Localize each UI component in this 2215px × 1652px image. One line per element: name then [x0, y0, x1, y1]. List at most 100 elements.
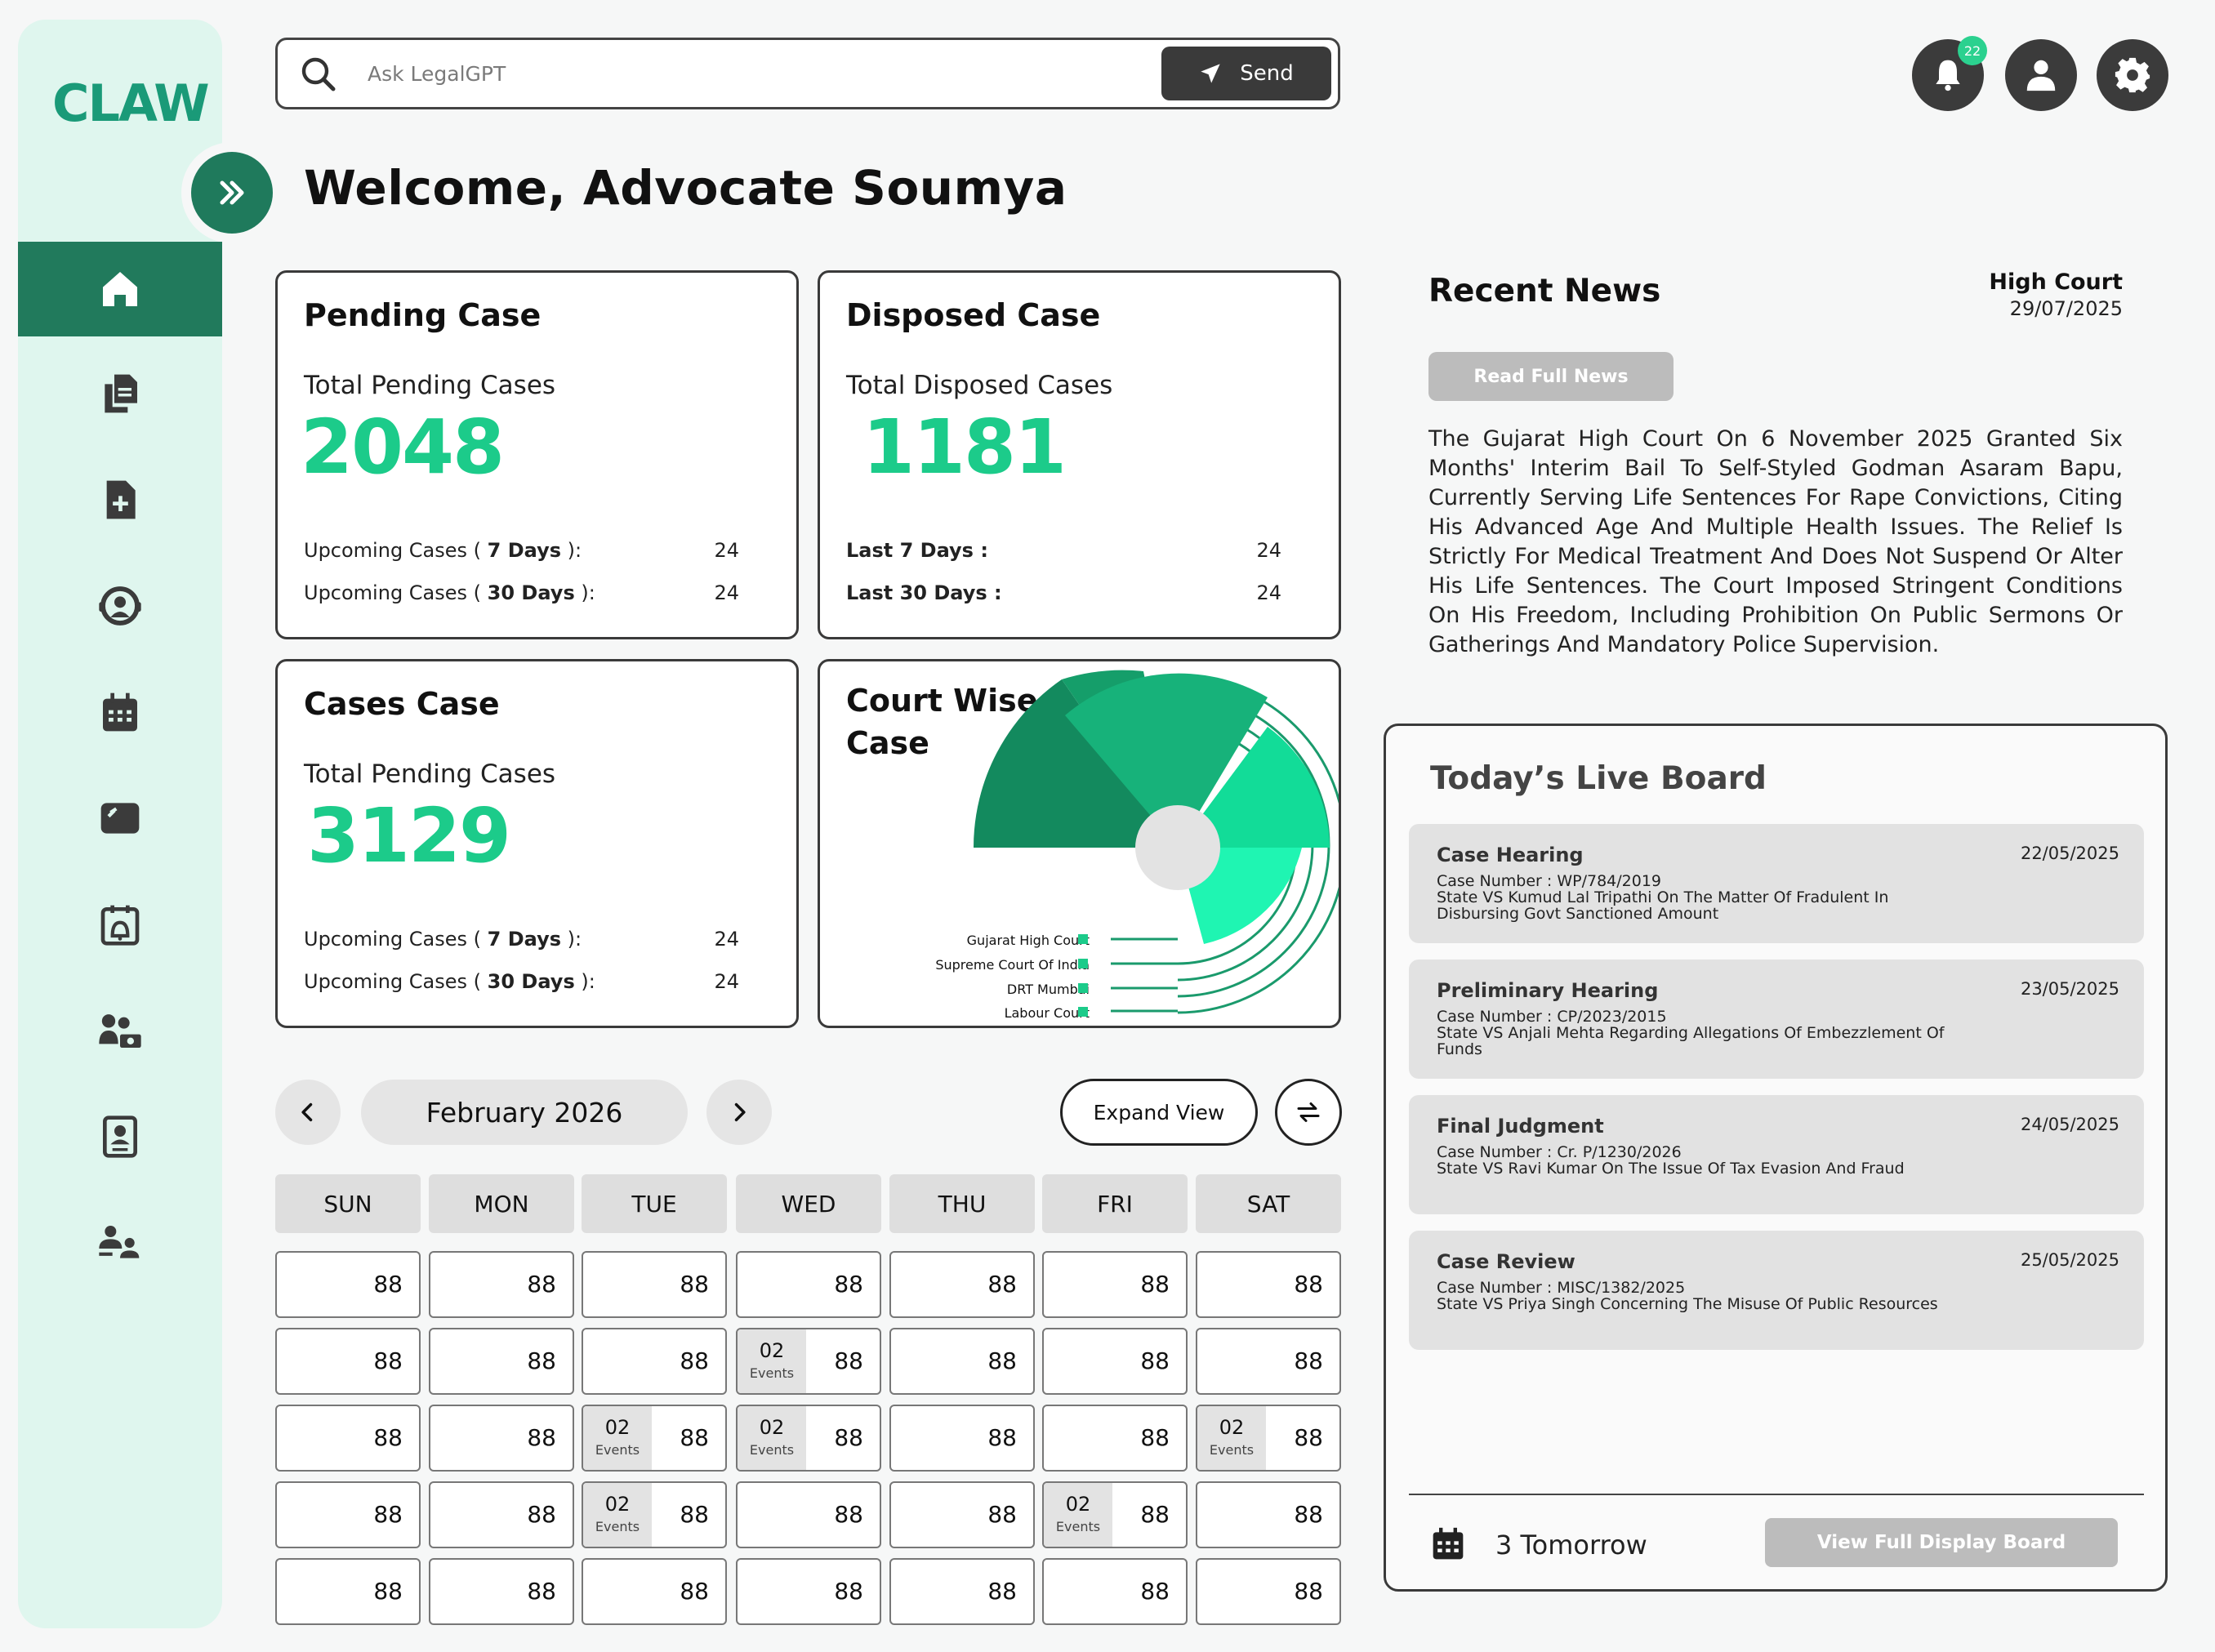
- day-of-week-header: MON: [429, 1174, 574, 1233]
- sidebar-item-calendar[interactable]: [18, 665, 222, 759]
- sidebar-expand-button[interactable]: [181, 142, 283, 243]
- expand-view-button[interactable]: Expand View: [1060, 1079, 1258, 1146]
- calendar-day-cell[interactable]: 88: [582, 1558, 727, 1625]
- calendar-day-cell[interactable]: 88: [1042, 1251, 1188, 1318]
- day-events-badge[interactable]: 02 Events: [738, 1329, 806, 1393]
- hearing-date: 22/05/2025: [2020, 844, 2119, 863]
- calendar-day-cell[interactable]: 88: [582, 1328, 727, 1395]
- calendar-prev-button[interactable]: [275, 1080, 341, 1145]
- notifications-button[interactable]: 22: [1912, 36, 1987, 111]
- case-number: Case Number : CP/2023/2015: [1437, 1008, 1667, 1026]
- calendar-day-cell[interactable]: 02 Events 88: [582, 1481, 727, 1548]
- sidebar-item-home[interactable]: [18, 242, 222, 336]
- day-number: 88: [834, 1424, 863, 1451]
- day-number: 88: [1294, 1501, 1323, 1528]
- day-events-badge[interactable]: 02 Events: [1044, 1483, 1112, 1547]
- day-number: 88: [373, 1271, 403, 1298]
- sidebar-item-tasks[interactable]: [18, 771, 222, 866]
- calendar-day-cell[interactable]: 88: [1196, 1481, 1341, 1548]
- sidebar-item-billing[interactable]: [18, 983, 222, 1078]
- calendar-icon: [1433, 1527, 1464, 1560]
- calendar-day-cell[interactable]: 88: [1042, 1405, 1188, 1472]
- calendar-day-cell[interactable]: 88: [275, 1481, 421, 1548]
- settings-button[interactable]: [2097, 39, 2168, 111]
- cases-case-card[interactable]: Cases Case Total Pending Cases 3129 Upco…: [275, 659, 799, 1028]
- add-document-icon: [106, 480, 136, 519]
- day-events-badge[interactable]: 02 Events: [738, 1406, 806, 1470]
- live-board-item[interactable]: Preliminary Hearing 23/05/2025 Case Number…: [1409, 960, 2144, 1079]
- calendar-day-cell[interactable]: 88: [889, 1251, 1035, 1318]
- live-board-item[interactable]: Case Hearing 22/05/2025 Case Number : WP/7…: [1409, 824, 2144, 943]
- day-events-badge[interactable]: 02 Events: [583, 1406, 652, 1470]
- last-30-label: Last 30 Days :: [846, 581, 1002, 604]
- day-number: 88: [373, 1501, 403, 1528]
- calendar-next-button[interactable]: [706, 1080, 772, 1145]
- calendar-day-cell[interactable]: 88: [1042, 1558, 1188, 1625]
- calendar-day-cell[interactable]: 88: [582, 1251, 727, 1318]
- calendar-day-cell[interactable]: 88: [889, 1405, 1035, 1472]
- day-number: 88: [987, 1501, 1017, 1528]
- news-court: High Court: [1989, 269, 2123, 295]
- events-label: Events: [1055, 1519, 1101, 1534]
- calendar-day-cell[interactable]: 88: [736, 1481, 881, 1548]
- day-number: 88: [1294, 1347, 1323, 1374]
- calendar-day-cell[interactable]: 88: [1196, 1251, 1341, 1318]
- calendar-day-cell[interactable]: 02 Events 88: [736, 1405, 881, 1472]
- chart-center: [1135, 805, 1220, 890]
- day-number: 88: [834, 1271, 863, 1298]
- profile-button[interactable]: [2005, 39, 2077, 111]
- calendar-day-cell[interactable]: 88: [275, 1405, 421, 1472]
- sidebar-item-clients[interactable]: [18, 559, 222, 653]
- live-board-divider: [1409, 1494, 2144, 1495]
- calendar-day-cell[interactable]: 88: [275, 1328, 421, 1395]
- pending-case-card[interactable]: Pending Case Total Pending Cases 2048 Up…: [275, 270, 799, 639]
- sidebar-item-documents[interactable]: [18, 346, 222, 441]
- send-button[interactable]: Send: [1161, 47, 1331, 100]
- calendar-day-cell[interactable]: 88: [1196, 1558, 1341, 1625]
- day-number: 88: [680, 1271, 709, 1298]
- news-date: 29/07/2025: [2009, 297, 2123, 320]
- day-events-badge[interactable]: 02 Events: [583, 1483, 652, 1547]
- calendar-day-cell[interactable]: 88: [429, 1251, 574, 1318]
- calendar-day-cell[interactable]: 88: [889, 1481, 1035, 1548]
- upcoming-7-value: 24: [714, 539, 739, 562]
- hearing-type: Case Review: [1437, 1250, 1575, 1273]
- disposed-case-card[interactable]: Disposed Case Total Disposed Cases 1181 …: [818, 270, 1341, 639]
- case-details: Case Number : WP/784/2019 State VS Kumud …: [1437, 873, 1959, 922]
- sidebar-item-team[interactable]: [18, 1196, 222, 1290]
- calendar-day-cell[interactable]: 88: [275, 1251, 421, 1318]
- claw-logo: CLAW: [52, 73, 210, 133]
- calendar-day-cell[interactable]: 88: [429, 1481, 574, 1548]
- live-board-item[interactable]: Final Judgment 24/05/2025 Case Number : Cr…: [1409, 1095, 2144, 1214]
- calendar-sync-button[interactable]: [1275, 1079, 1342, 1146]
- sidebar-item-new-document[interactable]: [18, 452, 222, 547]
- view-full-display-board-button[interactable]: View Full Display Board: [1765, 1518, 2118, 1567]
- upcoming-30-value: 24: [714, 970, 739, 993]
- calendar-day-cell[interactable]: 88: [429, 1405, 574, 1472]
- calendar-day-cell[interactable]: 02 Events 88: [582, 1405, 727, 1472]
- calendar-day-cell[interactable]: 02 Events 88: [1042, 1481, 1188, 1548]
- calendar-day-cell[interactable]: 88: [736, 1558, 881, 1625]
- calendar-day-cell[interactable]: 02 Events 88: [736, 1328, 881, 1395]
- calendar-day-cell[interactable]: 88: [429, 1558, 574, 1625]
- read-full-news-button[interactable]: Read Full News: [1428, 352, 1674, 401]
- live-board-item[interactable]: Case Review 25/05/2025 Case Number : MISC/…: [1409, 1231, 2144, 1350]
- chevron-right-icon: [734, 1102, 746, 1122]
- sidebar-item-profile-document[interactable]: [18, 1089, 222, 1184]
- calendar-day-cell[interactable]: 88: [1042, 1328, 1188, 1395]
- calendar-day-cell[interactable]: 88: [889, 1558, 1035, 1625]
- calendar-day-cell[interactable]: 88: [736, 1251, 881, 1318]
- sidebar-item-reminders[interactable]: [18, 877, 222, 972]
- court-wise-case-card[interactable]: Court Wise Case Gujarat High Court Suprem…: [818, 659, 1341, 1028]
- day-events-badge[interactable]: 02 Events: [1197, 1406, 1266, 1470]
- hearing-type: Case Hearing: [1437, 844, 1584, 866]
- calendar-day-cell[interactable]: 88: [1196, 1328, 1341, 1395]
- calendar-day-cell[interactable]: 88: [275, 1558, 421, 1625]
- case-description: State VS Priya Singh Concerning The Misu…: [1437, 1295, 1938, 1313]
- calendar-day-cell[interactable]: 02 Events 88: [1196, 1405, 1341, 1472]
- calendar-day-cell[interactable]: 88: [889, 1328, 1035, 1395]
- search-bar: Send: [275, 38, 1348, 109]
- pending-total: 2048: [301, 403, 505, 491]
- events-label: Events: [1209, 1442, 1255, 1458]
- calendar-day-cell[interactable]: 88: [429, 1328, 574, 1395]
